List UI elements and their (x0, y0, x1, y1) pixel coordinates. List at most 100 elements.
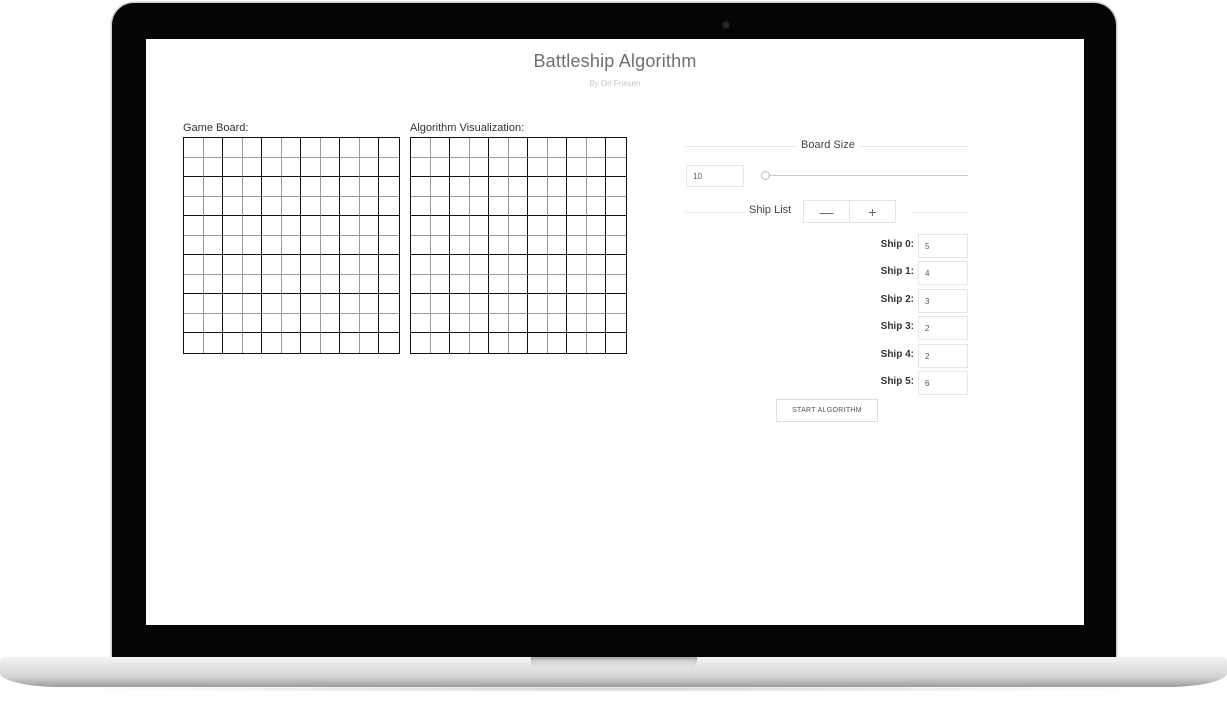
board-cell[interactable] (379, 197, 399, 217)
board-cell[interactable] (242, 255, 263, 275)
board-cell[interactable] (242, 177, 263, 197)
board-cell[interactable] (184, 255, 204, 275)
board-cell[interactable] (379, 158, 399, 178)
board-cell[interactable] (301, 255, 321, 275)
board-cell[interactable] (203, 255, 224, 275)
board-cell[interactable] (359, 235, 380, 256)
board-cell[interactable] (301, 157, 321, 178)
board-cell[interactable] (282, 333, 302, 353)
board-cell[interactable] (281, 138, 302, 158)
board-cell[interactable] (262, 255, 282, 275)
board-cell[interactable] (379, 294, 399, 314)
board-cell[interactable] (320, 313, 341, 334)
board-cell[interactable] (301, 235, 321, 256)
board-cell[interactable] (281, 274, 302, 295)
board-cell[interactable] (320, 177, 341, 197)
board-cell[interactable] (340, 235, 360, 256)
board-cell[interactable] (262, 157, 282, 178)
board-cell[interactable] (223, 313, 243, 334)
board-cell[interactable] (242, 313, 263, 334)
board-cell[interactable] (184, 274, 204, 295)
board-cell[interactable] (242, 274, 263, 295)
board-cell[interactable] (359, 138, 380, 158)
board-cell[interactable] (223, 235, 243, 256)
start-algorithm-button[interactable]: START ALGORITHM (776, 399, 878, 422)
board-cell[interactable] (262, 177, 282, 197)
board-cell[interactable] (301, 313, 321, 334)
board-cell[interactable] (320, 196, 341, 217)
ship-size-input[interactable] (918, 344, 968, 368)
board-cell[interactable] (223, 138, 243, 158)
board-cell[interactable] (281, 294, 302, 314)
board-cell[interactable] (340, 177, 360, 197)
board-cell[interactable] (301, 294, 321, 314)
board-cell[interactable] (262, 138, 282, 158)
board-cell[interactable] (281, 157, 302, 178)
board-cell[interactable] (203, 196, 224, 217)
board-cell[interactable] (243, 333, 263, 353)
remove-ship-button[interactable]: — (803, 200, 850, 223)
board-cell[interactable] (340, 333, 360, 353)
board-cell[interactable] (281, 216, 302, 236)
board-cell[interactable] (223, 274, 243, 295)
board-cell[interactable] (262, 294, 282, 314)
board-cell[interactable] (379, 236, 399, 256)
board-cell[interactable] (203, 294, 224, 314)
board-cell[interactable] (379, 138, 399, 158)
board-cell[interactable] (379, 177, 399, 197)
board-cell[interactable] (223, 294, 243, 314)
board-cell[interactable] (320, 255, 341, 275)
board-cell[interactable] (203, 177, 224, 197)
board-cell[interactable] (242, 157, 263, 178)
board-cell[interactable] (281, 313, 302, 334)
board-cell[interactable] (262, 235, 282, 256)
board-cell[interactable] (301, 274, 321, 295)
board-cell[interactable] (242, 216, 263, 236)
board-cell[interactable] (262, 196, 282, 217)
board-cell[interactable] (223, 177, 243, 197)
board-cell[interactable] (340, 138, 360, 158)
board-cell[interactable] (359, 313, 380, 334)
board-cell[interactable] (203, 138, 224, 158)
board-cell[interactable] (223, 255, 243, 275)
board-cell[interactable] (184, 235, 204, 256)
board-size-input[interactable] (686, 165, 744, 187)
ship-size-input[interactable] (918, 261, 968, 285)
board-cell[interactable] (379, 255, 399, 275)
board-cell[interactable] (340, 313, 360, 334)
ship-size-input[interactable] (918, 234, 968, 258)
board-cell[interactable] (340, 196, 360, 217)
board-cell[interactable] (203, 313, 224, 334)
board-cell[interactable] (262, 333, 282, 353)
board-cell[interactable] (301, 333, 321, 353)
board-cell[interactable] (223, 157, 243, 178)
board-cell[interactable] (379, 333, 399, 353)
board-cell[interactable] (223, 333, 243, 353)
board-cell[interactable] (203, 157, 224, 178)
board-cell[interactable] (320, 294, 341, 314)
board-cell[interactable] (203, 216, 224, 236)
board-cell[interactable] (262, 313, 282, 334)
board-cell[interactable] (184, 138, 204, 158)
ship-size-input[interactable] (918, 371, 968, 395)
board-cell[interactable] (301, 177, 321, 197)
board-cell[interactable] (360, 333, 380, 353)
board-size-slider[interactable] (763, 175, 968, 176)
game-board[interactable] (183, 137, 400, 354)
board-cell[interactable] (184, 177, 204, 197)
board-cell[interactable] (340, 255, 360, 275)
board-cell[interactable] (242, 138, 263, 158)
board-cell[interactable] (203, 235, 224, 256)
board-cell[interactable] (379, 314, 399, 334)
board-cell[interactable] (301, 196, 321, 217)
board-cell[interactable] (340, 216, 360, 236)
board-cell[interactable] (320, 216, 341, 236)
board-cell[interactable] (204, 333, 224, 353)
board-cell[interactable] (262, 274, 282, 295)
board-cell[interactable] (262, 216, 282, 236)
board-cell[interactable] (359, 294, 380, 314)
board-cell[interactable] (301, 216, 321, 236)
board-cell[interactable] (359, 216, 380, 236)
board-cell[interactable] (281, 177, 302, 197)
board-cell[interactable] (184, 157, 204, 178)
